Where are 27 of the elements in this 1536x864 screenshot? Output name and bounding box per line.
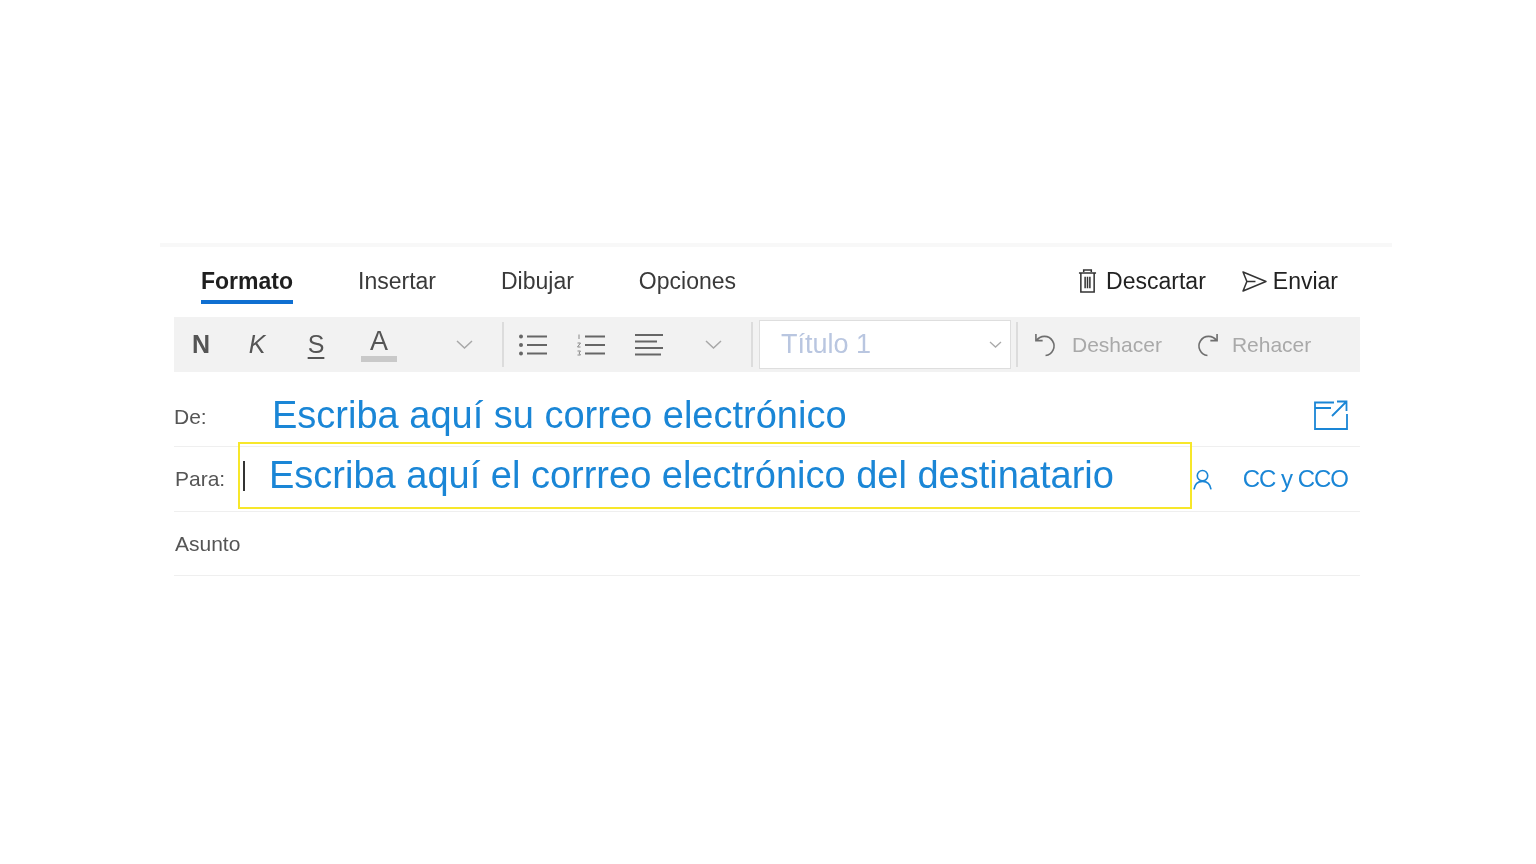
- tab[interactable]: Formato: [201, 247, 293, 304]
- chevron-down-icon: [704, 340, 722, 349]
- person-icon[interactable]: [1193, 468, 1212, 490]
- numbered-list-icon: [577, 333, 605, 356]
- underline-button[interactable]: S: [286, 322, 346, 367]
- chevron-down-icon: [455, 340, 473, 349]
- bullet-list-icon: [519, 333, 547, 356]
- trash-icon: [1078, 268, 1098, 294]
- from-label: De:: [174, 404, 208, 429]
- recipient-field[interactable]: Escriba aquí el corrreo electrónico del destinatario: [238, 442, 1192, 509]
- tab[interactable]: Dibujar: [501, 247, 574, 304]
- cc-bcc-link[interactable]: CC y CCO: [1242, 465, 1348, 493]
- tab[interactable]: Opciones: [638, 247, 737, 304]
- font-color-button[interactable]: A: [348, 322, 410, 367]
- send-icon: [1241, 270, 1267, 292]
- send-button[interactable]: Enviar: [1241, 268, 1338, 294]
- align-left-icon: [635, 333, 663, 356]
- swatch-icon: [361, 356, 397, 362]
- chevron-down-icon: [989, 341, 1002, 348]
- tab[interactable]: Insertar: [358, 247, 436, 304]
- italic-button[interactable]: K: [228, 322, 286, 367]
- sender-field[interactable]: Escriba aquí su correo electrónico: [272, 393, 1314, 437]
- bold-button[interactable]: N: [174, 322, 228, 367]
- to-label: Para:: [174, 467, 227, 491]
- discard-button[interactable]: Descartar: [1078, 268, 1206, 294]
- pop-out-icon[interactable]: [1314, 400, 1348, 430]
- subject-field[interactable]: Asunto: [174, 512, 1360, 576]
